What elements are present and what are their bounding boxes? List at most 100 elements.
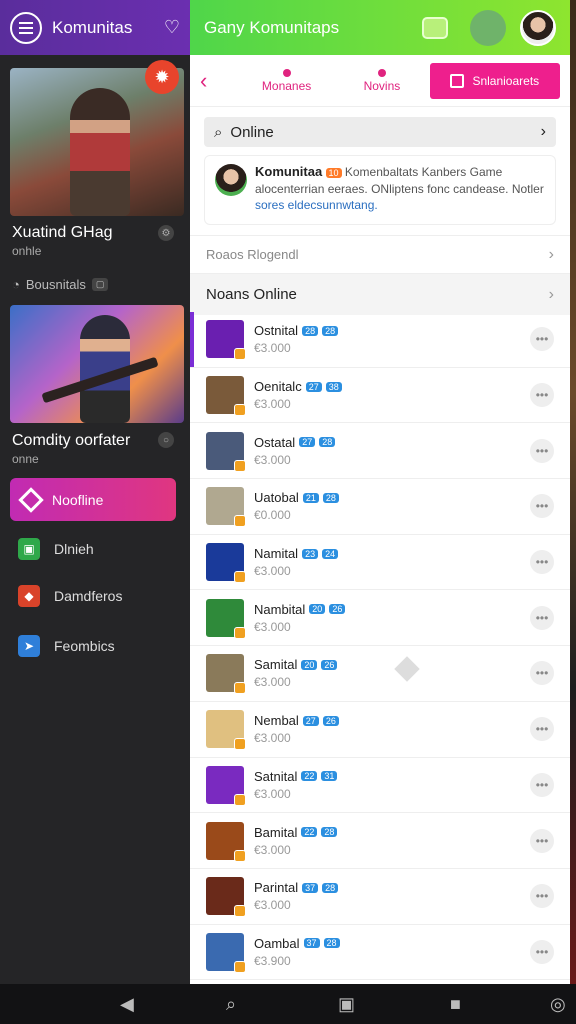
- nav-item[interactable]: ➤ Feombics: [18, 635, 115, 657]
- item-price: €0.000: [254, 508, 291, 523]
- settings-badge-icon[interactable]: ✹: [145, 60, 179, 94]
- item-name: Namital: [254, 546, 299, 562]
- rank-badge: 28: [319, 437, 336, 448]
- more-options-icon[interactable]: •••: [530, 717, 554, 742]
- settings-icon[interactable]: ◎: [550, 994, 566, 1015]
- card-options-icon[interactable]: ⚙: [158, 225, 174, 241]
- list-item[interactable]: Ostatal 27 28 €3.000 •••: [190, 423, 570, 480]
- list-item[interactable]: Ostnital 28 28 €3.000 •••: [190, 312, 570, 368]
- rank-badge: 28: [322, 882, 339, 893]
- item-name: Nambital: [254, 601, 306, 617]
- main-panel: Gany Komunitaps ‹ Monanes Novins Snlanio…: [190, 0, 570, 984]
- card-options-icon[interactable]: ○: [158, 432, 174, 448]
- more-options-icon[interactable]: •••: [530, 605, 554, 630]
- list-item[interactable]: Parintal 37 28 €3.000 •••: [190, 869, 570, 925]
- compass-icon: ◔: [12, 277, 20, 292]
- tab-monanes[interactable]: Monanes: [239, 68, 334, 93]
- list-item[interactable]: Uatobal 21 28 €0.000 •••: [190, 479, 570, 535]
- more-options-icon[interactable]: •••: [530, 939, 554, 964]
- more-options-icon[interactable]: •••: [530, 828, 554, 853]
- info-link[interactable]: sores eldecsunnwtang.: [255, 198, 378, 212]
- section-row[interactable]: Roaos Rlogendl ›: [190, 235, 570, 273]
- game-icon: ◆: [18, 585, 40, 607]
- heart-icon[interactable]: ♡: [164, 17, 180, 38]
- more-options-icon[interactable]: •••: [530, 383, 554, 408]
- rank-badge: 26: [329, 604, 346, 615]
- section-header[interactable]: Noans Online ›: [190, 273, 570, 315]
- level-badge: 23: [302, 548, 319, 559]
- section-chip: ▢: [91, 278, 109, 291]
- more-options-icon[interactable]: •••: [530, 661, 554, 686]
- send-icon: ➤: [18, 635, 40, 657]
- level-badge: 27: [305, 381, 322, 392]
- game-thumbnail: [206, 320, 246, 361]
- list-item[interactable]: Oambal 37 28 €3.900 •••: [190, 925, 570, 981]
- list-item[interactable]: Nambital 20 26 €3.000 •••: [190, 590, 570, 647]
- rank-badge: 26: [321, 659, 338, 670]
- more-options-icon[interactable]: •••: [530, 550, 554, 575]
- nav-item-active[interactable]: Noofline: [10, 478, 176, 521]
- item-price: €3.000: [254, 842, 291, 857]
- item-price: €3.000: [254, 564, 291, 579]
- search-icon[interactable]: ⌕: [226, 994, 236, 1015]
- card-title: Xuatind GHag: [12, 224, 113, 241]
- more-options-icon[interactable]: •••: [530, 772, 554, 797]
- item-price: €3.000: [254, 341, 291, 356]
- group-avatar[interactable]: [470, 9, 506, 46]
- level-badge: 22: [301, 771, 318, 782]
- rank-badge: 24: [322, 548, 339, 559]
- chevron-right-icon: ›: [548, 245, 554, 263]
- more-options-icon[interactable]: •••: [530, 327, 554, 352]
- item-price: €3.000: [254, 452, 291, 467]
- item-name: Uatobal: [254, 490, 299, 506]
- game-thumbnail: [206, 821, 246, 862]
- game-list: Ostnital 28 28 €3.000 ••• Oenitalc 27 38 €3.000 •…: [190, 312, 570, 981]
- nav-item[interactable]: ◆ Damdferos: [18, 585, 122, 607]
- chat-icon: ▣: [18, 538, 40, 560]
- game-card-2[interactable]: [10, 305, 184, 423]
- profile-avatar[interactable]: [520, 9, 556, 46]
- status-icon: [234, 515, 246, 528]
- more-options-icon[interactable]: •••: [530, 884, 554, 909]
- item-name: Ostnital: [254, 323, 299, 339]
- list-item[interactable]: Bamital 22 28 €3.000 •••: [190, 813, 570, 869]
- list-item[interactable]: Namital 23 24 €3.000 •••: [190, 535, 570, 591]
- game-thumbnail: [206, 932, 246, 973]
- rank-badge: 28: [322, 492, 339, 503]
- list-item[interactable]: Satnital 22 31 €3.000 •••: [190, 758, 570, 814]
- more-options-icon[interactable]: •••: [530, 494, 554, 519]
- tab-bar: ‹ Monanes Novins Snlanioarets: [190, 55, 570, 107]
- list-item[interactable]: Nembal 27 26 €3.000 •••: [190, 702, 570, 758]
- count-badge: 10: [325, 168, 342, 178]
- game-thumbnail: [206, 877, 246, 918]
- community-info-card[interactable]: Komunitaa 10 Komenbaltats Kanbers Game a…: [204, 155, 556, 225]
- back-icon[interactable]: ◀: [120, 994, 134, 1015]
- level-badge: 37: [302, 882, 319, 893]
- search-bar[interactable]: ⌕ Online ›: [204, 117, 556, 147]
- game-thumbnail: [206, 765, 246, 806]
- cta-button[interactable]: Snlanioarets: [429, 62, 560, 99]
- item-name: Nembal: [254, 713, 299, 729]
- list-item[interactable]: Oenitalc 27 38 €3.000 •••: [190, 368, 570, 424]
- window-icon[interactable]: [422, 16, 448, 39]
- item-price: €3.000: [254, 731, 291, 746]
- drawer-title: Komunitas: [52, 17, 133, 37]
- tab-novins[interactable]: Novins: [334, 68, 429, 93]
- level-badge: 37: [303, 938, 320, 949]
- diamond-icon: [18, 486, 44, 513]
- more-options-icon[interactable]: •••: [530, 438, 554, 463]
- level-badge: 20: [301, 659, 318, 670]
- rank-badge: 38: [325, 381, 342, 392]
- home-icon[interactable]: ▣: [338, 994, 355, 1015]
- item-price: €3.000: [254, 675, 291, 690]
- nav-item[interactable]: ▣ Dlnieh: [18, 538, 94, 560]
- level-badge: 20: [309, 604, 326, 615]
- list-item[interactable]: Samital 20 26 €3.000 •••: [190, 646, 570, 702]
- recents-icon[interactable]: ■: [450, 994, 461, 1015]
- rank-badge: 26: [322, 715, 339, 726]
- status-icon: [234, 738, 246, 751]
- back-chevron-icon[interactable]: ‹: [200, 68, 239, 94]
- game-thumbnail: [206, 431, 246, 472]
- menu-icon[interactable]: [10, 11, 42, 44]
- character-art: [70, 88, 130, 216]
